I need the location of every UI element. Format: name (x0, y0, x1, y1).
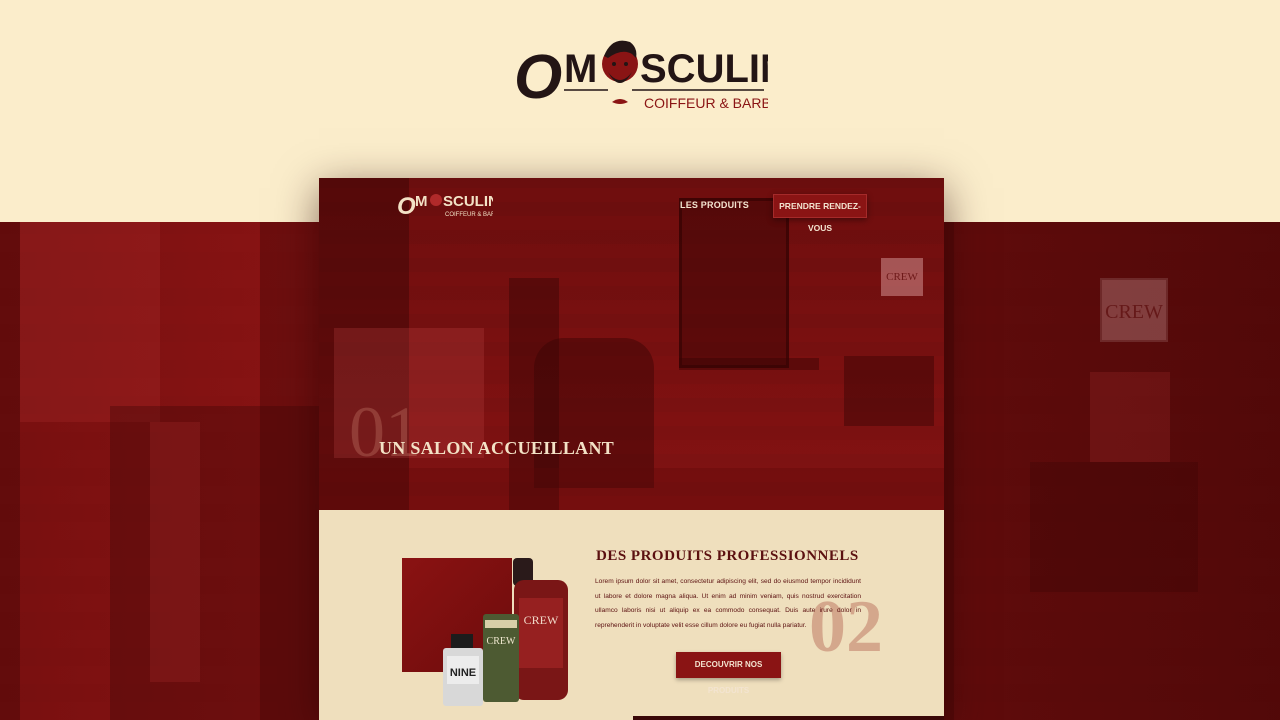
hero-title: UN SALON ACCUEILLANT (379, 438, 615, 458)
mockup-logo[interactable]: O M SCULIN COIFFEUR & BARBIER (397, 186, 510, 220)
discover-products-button[interactable]: DECOUVRIR NOS PRODUITS (676, 652, 781, 695)
svg-text:CREW: CREW (487, 636, 516, 647)
svg-text:SCULIN: SCULIN (443, 193, 493, 210)
appointment-button[interactable]: PRENDRE RENDEZ-VOUS (773, 194, 867, 233)
svg-text:O: O (397, 193, 416, 220)
hero-crew-sign: CREW (881, 258, 923, 296)
product-bottles-image: CREW CREW NINE (439, 558, 569, 708)
brand-logo: O M SCULIN COIFFEUR & BARBIER (514, 28, 794, 114)
section-description: Lorem ipsum dolor sit amet, consectetur … (595, 578, 861, 629)
svg-text:NINE: NINE (450, 667, 476, 679)
logo-tagline: COIFFEUR & BARBIER (644, 95, 768, 111)
hero-section: CREW O M SCULIN COIFFEUR & BARBIER LES P… (319, 178, 944, 510)
barber-face-icon (602, 40, 638, 104)
website-mockup: CREW O M SCULIN COIFFEUR & BARBIER LES P… (319, 178, 944, 720)
logo-m-letter: M (564, 47, 597, 91)
footer-divider (633, 716, 944, 720)
logo-sculin-text: SCULIN (640, 47, 768, 91)
background-crew-sign: CREW (1100, 278, 1168, 342)
section-title: DES PRODUITS PROFESSIONNELS (596, 548, 859, 564)
svg-text:COIFFEUR & BARBIER: COIFFEUR & BARBIER (445, 212, 493, 218)
nav-products-link[interactable]: LES PRODUITS (680, 200, 749, 210)
products-section: CREW CREW NINE 02 DES PRODUITS PROFESSIO… (319, 510, 944, 720)
logo-o-letter: O (514, 43, 562, 112)
svg-text:CREW: CREW (524, 613, 559, 627)
svg-text:M: M (415, 193, 428, 210)
